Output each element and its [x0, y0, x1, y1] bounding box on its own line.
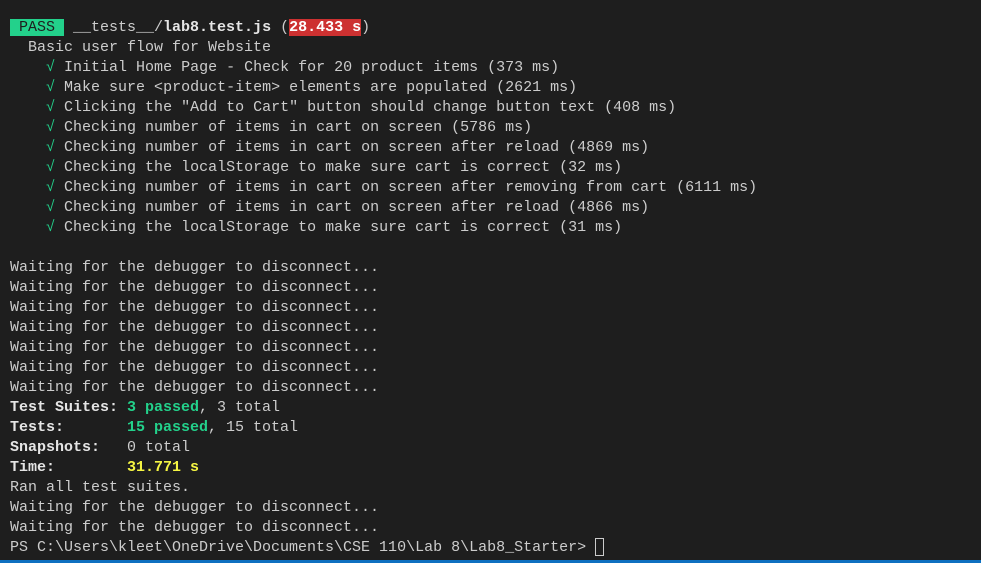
- test-name: Checking the localStorage to make sure c…: [64, 219, 623, 236]
- pass-badge: PASS: [10, 19, 65, 36]
- check-icon: √: [46, 139, 56, 156]
- waiting-line: Waiting for the debugger to disconnect..…: [10, 499, 380, 516]
- label: Time:: [10, 459, 128, 476]
- total-count: , 3 total: [199, 399, 281, 416]
- passed-count: 3 passed: [127, 399, 200, 416]
- waiting-line: Waiting for the debugger to disconnect..…: [10, 339, 380, 356]
- terminal-output[interactable]: PASS __tests__/lab8.test.js (28.433 s) B…: [10, 18, 757, 558]
- test-result: √ Checking number of items in cart on sc…: [10, 178, 757, 198]
- suite-label: Basic user flow for Website: [28, 39, 272, 56]
- paren: ): [361, 19, 371, 36]
- test-name: Checking number of items in cart on scre…: [64, 199, 650, 216]
- test-name: Checking number of items in cart on scre…: [64, 139, 650, 156]
- test-name: Checking number of items in cart on scre…: [64, 179, 758, 196]
- suite-name: Basic user flow for Website: [10, 38, 757, 58]
- test-file: lab8.test.js: [163, 19, 272, 36]
- passed-count: 15 passed: [127, 419, 209, 436]
- test-result: √ Checking number of items in cart on sc…: [10, 198, 757, 218]
- test-result: √ Checking number of items in cart on sc…: [10, 118, 757, 138]
- check-icon: √: [46, 59, 56, 76]
- check-icon: √: [46, 119, 56, 136]
- test-name: Clicking the "Add to Cart" button should…: [64, 99, 677, 116]
- paren: (: [271, 19, 290, 36]
- check-icon: √: [46, 219, 56, 236]
- total-count: , 15 total: [208, 419, 299, 436]
- test-name: Initial Home Page - Check for 20 product…: [64, 59, 560, 76]
- check-icon: √: [46, 159, 56, 176]
- waiting-line: Waiting for the debugger to disconnect..…: [10, 279, 380, 296]
- waiting-line: Waiting for the debugger to disconnect..…: [10, 319, 380, 336]
- check-icon: √: [46, 79, 56, 96]
- test-file-header: PASS __tests__/lab8.test.js (28.433 s): [10, 18, 757, 38]
- test-result: √ Clicking the "Add to Cart" button shou…: [10, 98, 757, 118]
- waiting-line: Waiting for the debugger to disconnect..…: [10, 259, 380, 276]
- prompt: PS C:\Users\kleet\OneDrive\Documents\CSE…: [10, 539, 596, 556]
- check-icon: √: [46, 179, 56, 196]
- slow-duration: 28.433 s: [289, 19, 362, 36]
- prompt-line[interactable]: PS C:\Users\kleet\OneDrive\Documents\CSE…: [10, 538, 757, 558]
- summary-tests: Tests: 15 passed, 15 total: [10, 418, 757, 438]
- test-result: √ Make sure <product-item> elements are …: [10, 78, 757, 98]
- test-name: Checking the localStorage to make sure c…: [64, 159, 623, 176]
- waiting-line: Waiting for the debugger to disconnect..…: [10, 359, 380, 376]
- test-result: √ Initial Home Page - Check for 20 produ…: [10, 58, 757, 78]
- test-name: Checking number of items in cart on scre…: [64, 119, 533, 136]
- summary-suites: Test Suites: 3 passed, 3 total: [10, 398, 757, 418]
- summary-time: Time: 31.771 s: [10, 458, 757, 478]
- test-result: √ Checking number of items in cart on sc…: [10, 138, 757, 158]
- waiting-line: Waiting for the debugger to disconnect..…: [10, 379, 380, 396]
- waiting-line: Waiting for the debugger to disconnect..…: [10, 299, 380, 316]
- label: Snapshots:: [10, 439, 128, 456]
- summary-snapshots: Snapshots: 0 total: [10, 438, 757, 458]
- ran-all: Ran all test suites.: [10, 479, 191, 496]
- test-dir: __tests__/: [73, 19, 164, 36]
- value: 31.771 s: [127, 459, 200, 476]
- label: Test Suites:: [10, 399, 128, 416]
- test-result: √ Checking the localStorage to make sure…: [10, 158, 757, 178]
- label: Tests:: [10, 419, 128, 436]
- waiting-line: Waiting for the debugger to disconnect..…: [10, 519, 380, 536]
- cursor: [595, 538, 605, 557]
- check-icon: √: [46, 99, 56, 116]
- test-result: √ Checking the localStorage to make sure…: [10, 218, 757, 238]
- check-icon: √: [46, 199, 56, 216]
- test-name: Make sure <product-item> elements are po…: [64, 79, 578, 96]
- value: 0 total: [127, 439, 191, 456]
